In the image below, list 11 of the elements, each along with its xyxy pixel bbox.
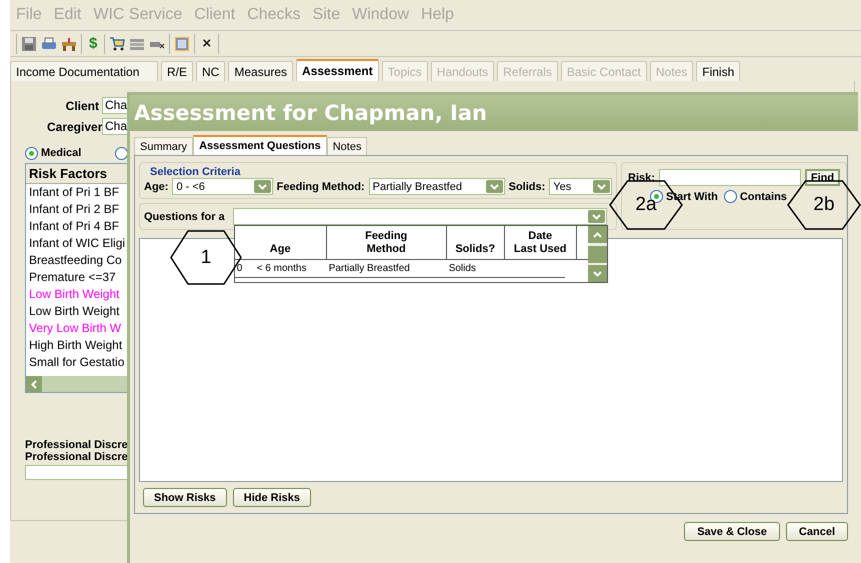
column-header: Solids?	[446, 226, 505, 259]
dialog-title: Assessment for Chapman, Ian	[134, 101, 487, 125]
callout-marker: 2b	[787, 180, 861, 230]
field-label: Feeding Method:	[276, 180, 365, 192]
field-label: Client	[64, 98, 99, 112]
column-header: Date Last Used	[504, 226, 577, 259]
column-header: Feeding Method	[326, 226, 447, 259]
field-label: Questions for a	[144, 210, 225, 222]
field-label: Professional Discre	[25, 451, 129, 463]
field-label: Professional Discre	[25, 439, 129, 451]
field-label: Solids:	[508, 180, 546, 192]
